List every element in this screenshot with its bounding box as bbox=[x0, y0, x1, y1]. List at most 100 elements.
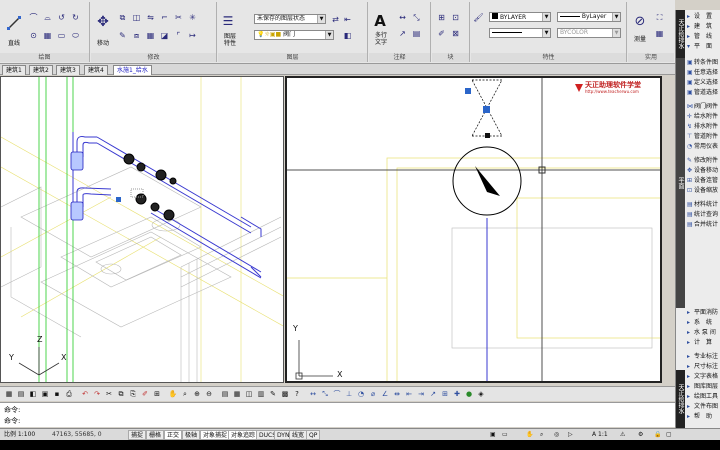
attdef-icon[interactable]: ⊠ bbox=[450, 28, 461, 39]
layer-current-combo[interactable]: 💡☼▣■ 阀门 ▼ bbox=[254, 30, 334, 40]
layout-icon[interactable]: ▭ bbox=[500, 430, 510, 440]
sidebar-item[interactable]: ▸ 文件布图 bbox=[685, 402, 720, 411]
selection-grip[interactable] bbox=[116, 197, 121, 202]
isometric-viewport[interactable]: Z Y X bbox=[0, 76, 284, 383]
calc-icon[interactable]: ▦ bbox=[654, 28, 665, 39]
layer-state-combo[interactable]: 未保存的图层状态 ▼ bbox=[254, 14, 326, 24]
sidebar-item[interactable]: ⊡ 设备缩放 bbox=[685, 186, 720, 195]
valve-grip-1[interactable] bbox=[465, 88, 471, 94]
properties-icon[interactable]: ▤ bbox=[220, 389, 230, 399]
hatch-icon[interactable]: ▦ bbox=[42, 30, 53, 41]
sidebar-item[interactable]: ▸ 图库图层 bbox=[685, 382, 720, 391]
scale-icon[interactable]: ◪ bbox=[159, 30, 170, 41]
edit-block-icon[interactable]: ✐ bbox=[436, 28, 447, 39]
layer-prev-icon[interactable]: ⇤ bbox=[342, 14, 353, 25]
leader-icon[interactable]: ↗ bbox=[428, 389, 438, 399]
snap-toggle[interactable]: 捕捉 bbox=[128, 430, 147, 440]
dim-baseline-icon[interactable]: ⇤ bbox=[404, 389, 414, 399]
color-combo[interactable]: BYLAYER ▼ bbox=[489, 12, 551, 22]
layer-icon[interactable]: ◧ bbox=[28, 389, 38, 399]
move-icon[interactable]: ✥ bbox=[95, 12, 111, 32]
sidebar-item[interactable]: ⊤ 管道附件 bbox=[685, 132, 720, 141]
pan-icon[interactable]: ✋ bbox=[168, 389, 178, 399]
redo-icon[interactable]: ↷ bbox=[92, 389, 102, 399]
help-icon[interactable]: ? bbox=[292, 389, 302, 399]
sidebar-item-pipes[interactable]: ▸ 管 线 bbox=[685, 32, 720, 41]
tab-building-4[interactable]: 建筑4 bbox=[84, 65, 108, 75]
sidebar-item[interactable]: ▤材料统计 bbox=[685, 200, 720, 209]
mirror-icon[interactable]: ⇋ bbox=[145, 12, 156, 23]
print-icon[interactable]: ⎙ bbox=[64, 389, 74, 399]
pan-icon[interactable]: ✋ bbox=[524, 430, 535, 440]
tab-building-2[interactable]: 建筑2 bbox=[29, 65, 53, 75]
center-mark-icon[interactable]: ✚ bbox=[452, 389, 462, 399]
dim-ordinate-icon[interactable]: ⊥ bbox=[344, 389, 354, 399]
dropdown-arrow-icon[interactable]: ▼ bbox=[325, 31, 333, 39]
dropdown-arrow-icon[interactable]: ▼ bbox=[317, 15, 325, 23]
sidebar-item[interactable]: ▣转条件图 bbox=[685, 58, 720, 67]
dim-aligned-icon[interactable]: ⤡ bbox=[411, 12, 422, 23]
save-icon[interactable]: ▪ bbox=[52, 389, 62, 399]
calculator-icon[interactable]: ▩ bbox=[280, 389, 290, 399]
cube-icon[interactable]: ◈ bbox=[476, 389, 486, 399]
dropdown-arrow-icon[interactable]: ▼ bbox=[542, 29, 550, 37]
showmotion-icon[interactable]: ▷ bbox=[566, 430, 575, 440]
insert-block-icon[interactable]: ⊞ bbox=[436, 12, 447, 23]
zoom-icon[interactable]: ⌕ bbox=[538, 430, 545, 440]
erase-icon[interactable]: ✎ bbox=[117, 30, 128, 41]
annotation-visibility-icon[interactable]: ⚠ bbox=[618, 430, 627, 440]
rotate-cw-icon[interactable]: ↻ bbox=[70, 12, 81, 23]
circle-icon[interactable]: ⊙ bbox=[28, 30, 39, 41]
tab-building-1[interactable]: 建筑1 bbox=[2, 65, 26, 75]
trim-icon[interactable]: ✂ bbox=[173, 12, 184, 23]
plotstyle-combo[interactable]: BYCOLOR ▼ bbox=[557, 28, 621, 38]
sidebar-item-building[interactable]: ▸ 建 筑 bbox=[685, 22, 720, 31]
dropdown-arrow-icon[interactable]: ▼ bbox=[542, 13, 550, 21]
leader-icon[interactable]: ↗ bbox=[397, 28, 408, 39]
ortho-toggle[interactable]: 正交 bbox=[164, 430, 183, 440]
valve-grip-3[interactable] bbox=[485, 133, 490, 138]
model-icon[interactable]: ▣ bbox=[488, 430, 498, 440]
annotation-scale[interactable]: A 1:1 bbox=[590, 430, 610, 440]
sidebar-item[interactable]: ▸ 尺寸标注 bbox=[685, 362, 720, 371]
lineweight-combo[interactable]: ▼ bbox=[489, 28, 551, 38]
polyline-icon[interactable]: ⌒ bbox=[28, 12, 39, 23]
block-icon[interactable]: ⊞ bbox=[152, 389, 162, 399]
dim-icon[interactable]: ↔ bbox=[308, 389, 318, 399]
zoom-realtime-icon[interactable]: ⌕ bbox=[180, 389, 190, 399]
sidebar-item[interactable]: ✥ 设备移动 bbox=[685, 166, 720, 175]
rectangle-icon[interactable]: ▭ bbox=[56, 30, 67, 41]
lock-icon[interactable]: 🔒 bbox=[652, 430, 663, 440]
dropdown-arrow-icon[interactable]: ▼ bbox=[612, 29, 620, 37]
sidebar-item[interactable]: ⋈阀门阀件 bbox=[685, 102, 720, 111]
linetype-combo[interactable]: ByLayer ▼ bbox=[557, 12, 621, 22]
sidebar-item[interactable]: ▸ 文字表格 bbox=[685, 372, 720, 381]
layer-match-icon[interactable]: ⇄ bbox=[330, 14, 341, 25]
markup-icon[interactable]: ✎ bbox=[268, 389, 278, 399]
undo-icon[interactable]: ↶ bbox=[80, 389, 90, 399]
sidebar-item-plan[interactable]: ▾ 平 面 bbox=[685, 42, 720, 51]
dim-linear-icon[interactable]: ↔ bbox=[397, 12, 408, 23]
create-block-icon[interactable]: ⊡ bbox=[450, 12, 461, 23]
sidebar-item[interactable]: ⊞ 设备连管 bbox=[685, 176, 720, 185]
dim-aligned-icon[interactable]: ⤡ bbox=[320, 389, 330, 399]
sheetset-icon[interactable]: ▥ bbox=[256, 389, 266, 399]
tab-water-supply[interactable]: 水施1_给水 bbox=[113, 65, 152, 75]
valve-grip-2[interactable] bbox=[483, 106, 490, 113]
zoom-window-icon[interactable]: ⊕ bbox=[192, 389, 202, 399]
tool-palette-icon[interactable]: ◫ bbox=[244, 389, 254, 399]
sidebar-item-settings[interactable]: ▸ 设 置 bbox=[685, 12, 720, 21]
plan-viewport[interactable]: 天正助理软件学堂 http://www.teacherwu.com Y X bbox=[285, 76, 662, 383]
cut-icon[interactable]: ✂ bbox=[104, 389, 114, 399]
tab-building-3[interactable]: 建筑3 bbox=[56, 65, 80, 75]
steering-wheel-icon[interactable]: ◎ bbox=[552, 430, 561, 440]
otrack-toggle[interactable]: 对象追踪 bbox=[228, 430, 259, 440]
sidebar-item[interactable]: ▤合并统计 bbox=[685, 220, 720, 229]
offset-icon[interactable]: ⧈ bbox=[131, 30, 142, 41]
command-window[interactable]: 命令: 命令: bbox=[0, 402, 675, 427]
sidebar-item[interactable]: ▸ 专业标注 bbox=[685, 352, 720, 361]
open-icon[interactable]: ▤ bbox=[16, 389, 26, 399]
sidebar-item[interactable]: ▸ 平面消防 bbox=[685, 308, 720, 317]
sidebar-item[interactable]: ▣定义选择 bbox=[685, 78, 720, 87]
design-center-icon[interactable]: ▦ bbox=[232, 389, 242, 399]
